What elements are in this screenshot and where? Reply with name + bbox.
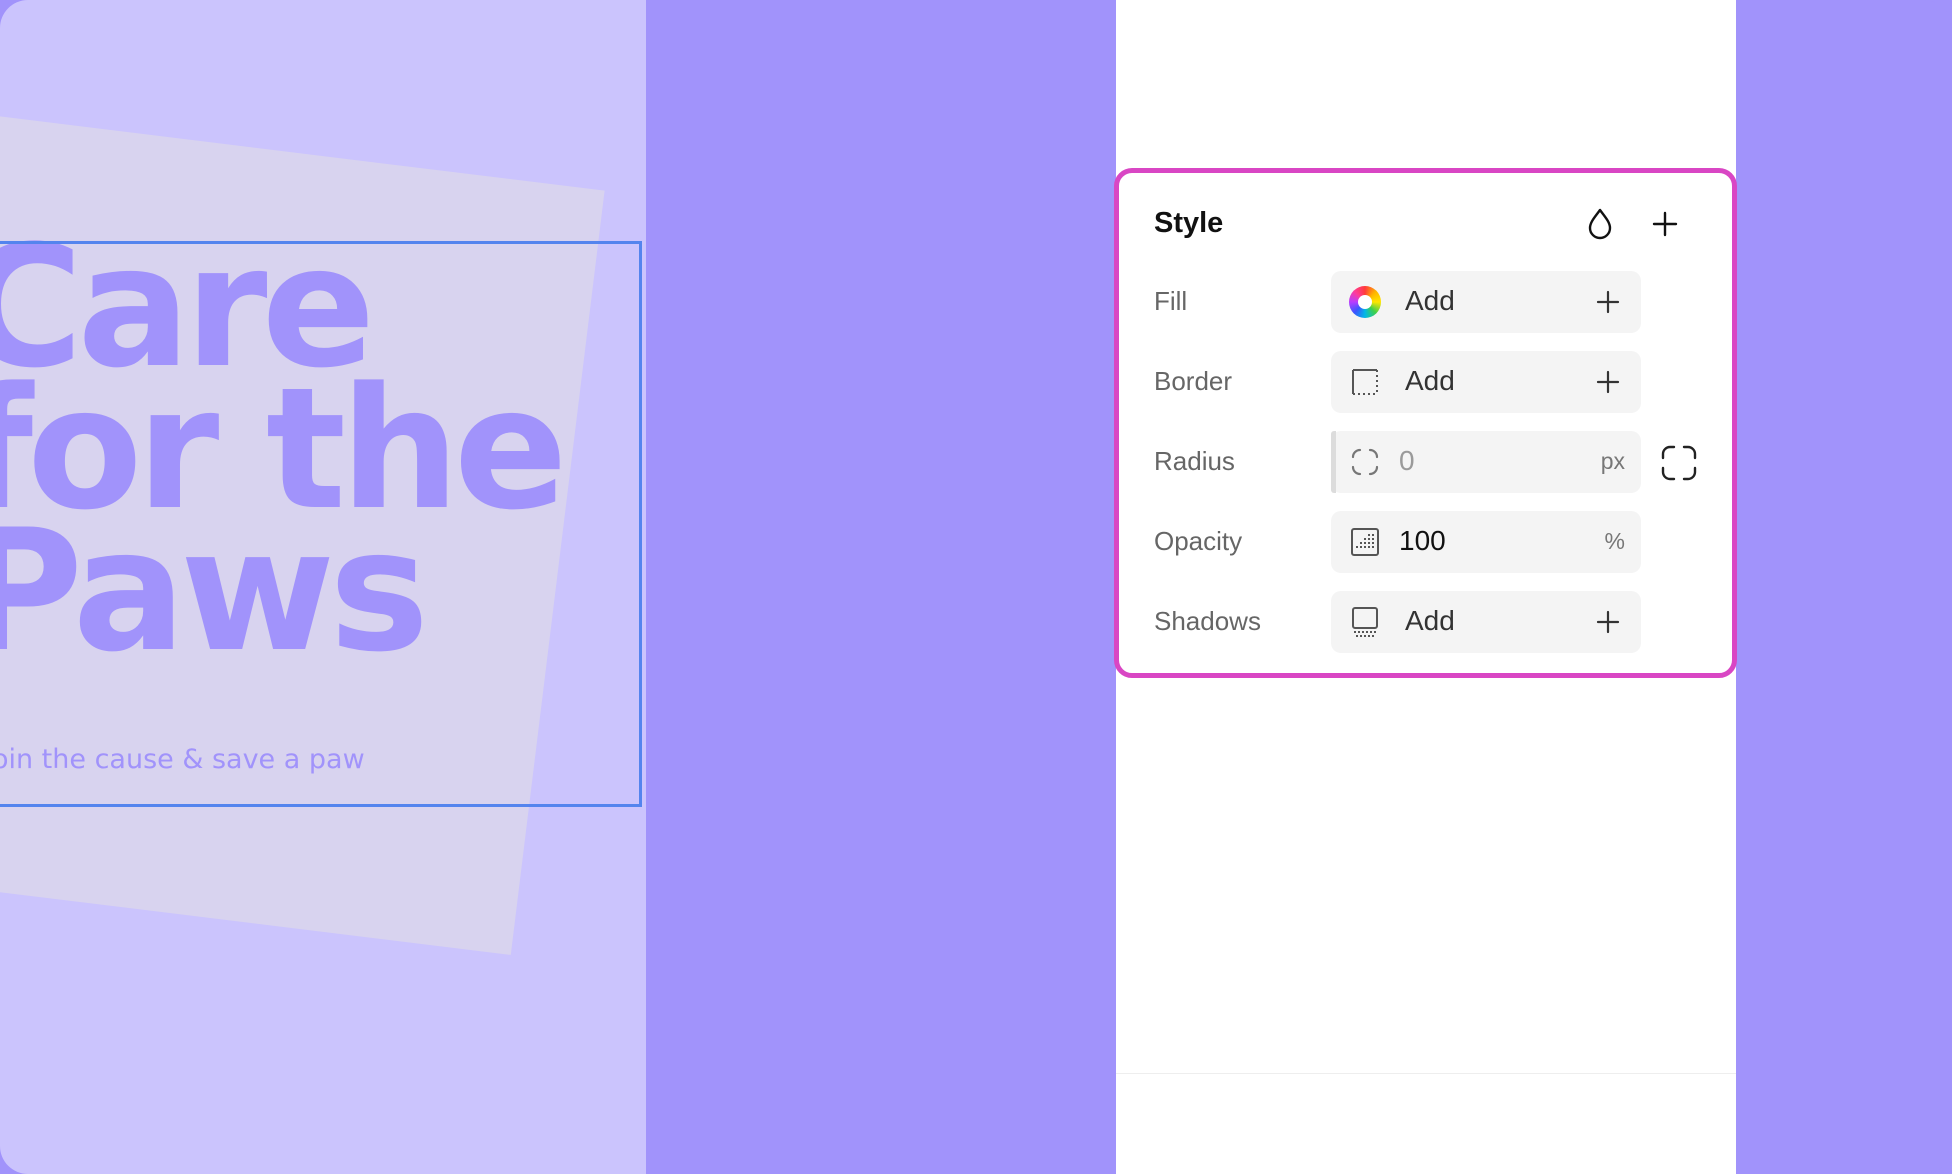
opacity-unit: % (1604, 528, 1625, 554)
radius-icon (1349, 446, 1381, 478)
fill-plus-icon[interactable] (1593, 287, 1623, 317)
app-frame: Care for the Paws Join the cause & save a … (0, 0, 1952, 1174)
shadows-add-button[interactable]: Add (1331, 591, 1641, 653)
radius-value: 0 (1399, 445, 1415, 476)
style-panel: Style Fill Add Border Add Radius 0 px Op… (1114, 168, 1737, 678)
fill-row: Fill Add (1119, 271, 1732, 333)
style-panel-header: Style (1119, 173, 1732, 263)
style-panel-title: Style (1154, 207, 1224, 239)
canvas-preview[interactable]: Care for the Paws Join the cause & save a … (0, 0, 646, 1174)
fill-label: Fill (1154, 286, 1188, 316)
shadow-icon (1349, 606, 1381, 638)
border-label: Border (1154, 366, 1233, 396)
radius-label: Radius (1154, 446, 1235, 476)
border-add-label: Add (1405, 365, 1455, 396)
divider (1116, 1073, 1736, 1074)
drop-icon[interactable] (1581, 205, 1619, 243)
opacity-label: Opacity (1154, 526, 1243, 556)
radius-row: Radius 0 px (1119, 431, 1732, 493)
shadows-label: Shadows (1154, 606, 1261, 636)
fill-add-button[interactable]: Add (1331, 271, 1641, 333)
color-wheel-icon (1349, 286, 1381, 318)
shadows-add-label: Add (1405, 605, 1455, 636)
add-style-plus-icon[interactable] (1646, 205, 1684, 243)
border-row: Border Add (1119, 351, 1732, 413)
individual-corners-toggle-icon[interactable] (1659, 443, 1699, 483)
opacity-icon (1349, 526, 1381, 558)
radius-unit: px (1600, 448, 1625, 474)
selection-box[interactable] (0, 241, 642, 807)
opacity-row: Opacity 100 % (1119, 511, 1732, 573)
border-plus-icon[interactable] (1593, 367, 1623, 397)
opacity-input[interactable]: 100 % (1331, 511, 1641, 573)
shadows-row: Shadows Add (1119, 591, 1732, 653)
border-add-button[interactable]: Add (1331, 351, 1641, 413)
radius-input[interactable]: 0 px (1331, 431, 1641, 493)
fill-add-label: Add (1405, 285, 1455, 316)
opacity-value: 100 (1399, 525, 1446, 556)
radius-drag-handle[interactable] (1331, 431, 1336, 493)
shadows-plus-icon[interactable] (1593, 607, 1623, 637)
border-icon (1349, 366, 1381, 398)
